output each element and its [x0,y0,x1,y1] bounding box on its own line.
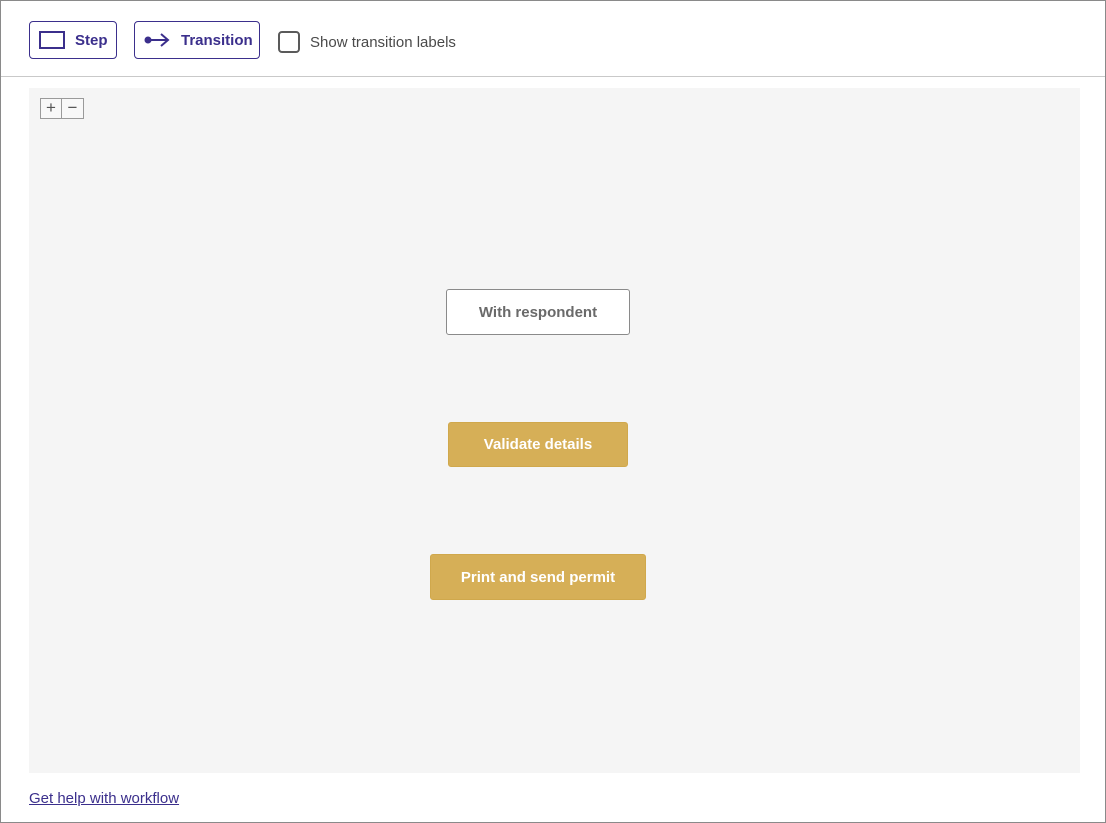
step-print-and-send-permit[interactable]: Print and send permit [430,554,646,600]
add-transition-label: Transition [181,31,253,49]
zoom-in-button[interactable]: + [40,98,62,119]
step-label: Print and send permit [460,568,616,586]
show-transition-labels-text: Show transition labels [310,33,456,51]
step-label: Validate details [483,436,593,453]
step-validate-details[interactable]: Validate details [448,422,628,467]
show-transition-labels-toggle[interactable]: Show transition labels [278,30,456,54]
arrow-right-icon [144,32,171,48]
help-link[interactable]: Get help with workflow [29,790,179,807]
step-label: With respondent [478,303,598,321]
add-transition-button[interactable]: Transition [134,21,260,59]
zoom-out-button[interactable]: − [62,98,84,119]
workflow-editor: Step Transition Show transition labels +… [0,0,1106,823]
toolbar: Step Transition Show transition labels [1,1,1105,77]
step-with-respondent[interactable]: With respondent [446,289,630,335]
workflow-canvas[interactable]: + − With respondent Validate details Pri… [29,88,1080,773]
add-step-label: Step [75,31,108,49]
zoom-controls: + − [40,98,84,119]
show-transition-labels-checkbox[interactable] [278,31,300,53]
add-step-button[interactable]: Step [29,21,117,59]
rectangle-icon [39,31,65,49]
